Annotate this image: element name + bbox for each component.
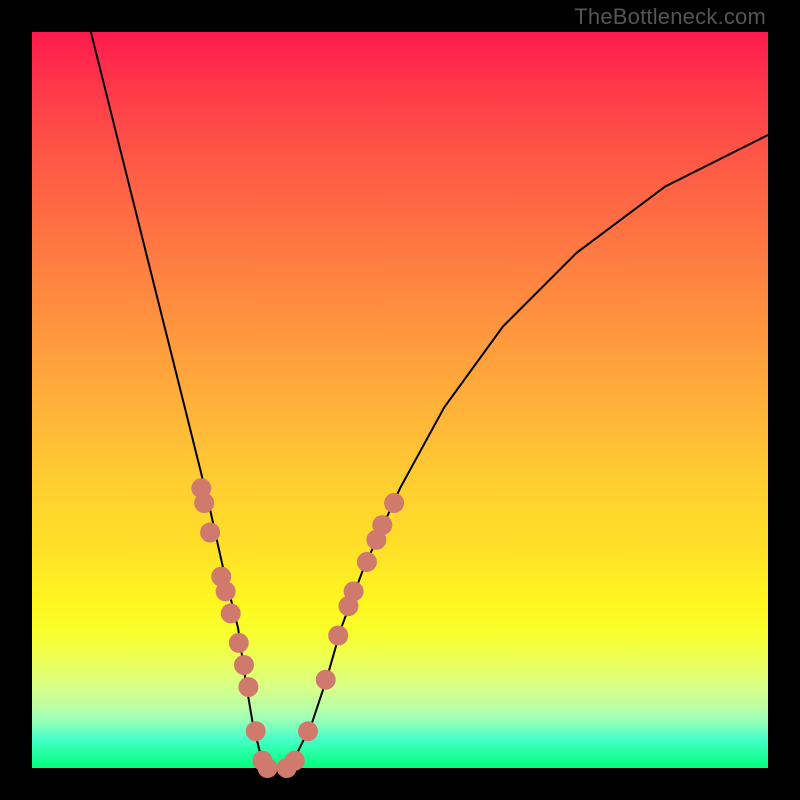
data-marker [285,751,305,771]
data-marker [372,515,392,535]
data-marker [200,523,220,543]
data-marker [298,721,318,741]
chart-frame: TheBottleneck.com [0,0,800,800]
data-marker [194,493,214,513]
data-marker [384,493,404,513]
data-marker [229,633,249,653]
data-marker [221,603,241,623]
data-marker [216,581,236,601]
data-marker [357,552,377,572]
data-marker [344,581,364,601]
bottleneck-curve [91,32,768,768]
plot-area [32,32,768,768]
data-marker [246,721,266,741]
data-marker [238,677,258,697]
data-marker [328,626,348,646]
data-marker [258,758,278,778]
watermark-text: TheBottleneck.com [574,4,766,30]
marker-group [191,478,404,778]
curve-svg [32,32,768,768]
data-marker [234,655,254,675]
data-marker [316,670,336,690]
